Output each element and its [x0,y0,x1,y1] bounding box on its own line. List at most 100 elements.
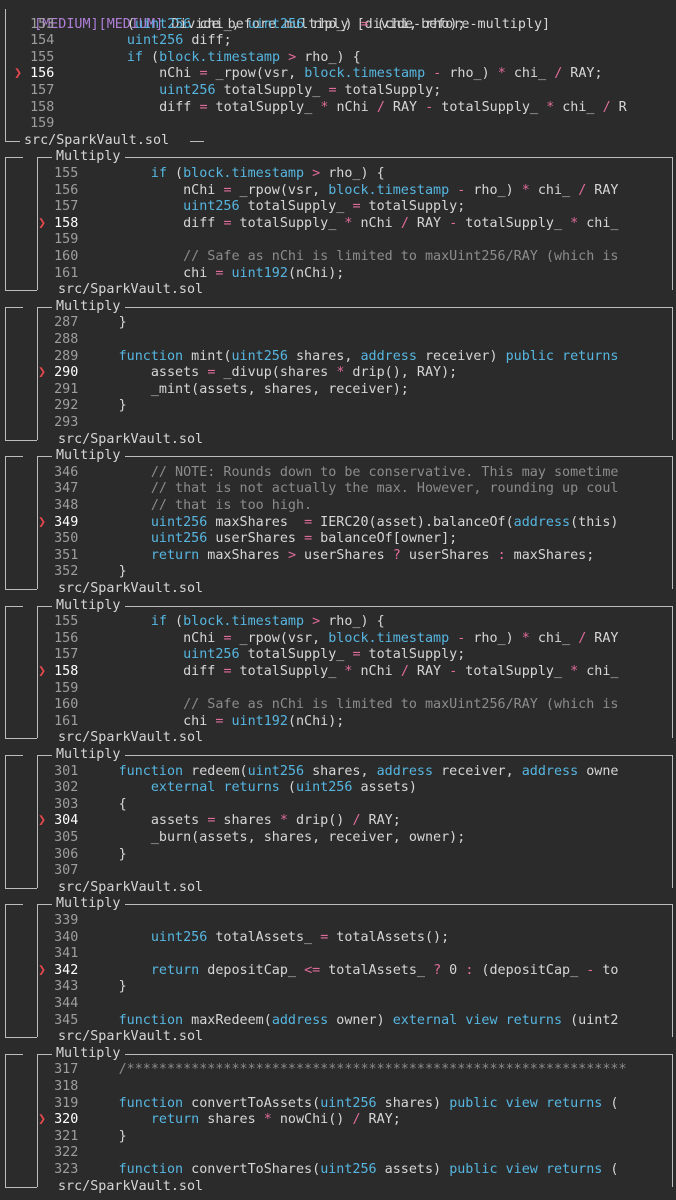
code-text: chi = uint192(nChi); [86,265,345,281]
line-number: 339 [54,913,79,928]
line-number: 301 [54,763,79,779]
frame-edge [5,887,37,889]
code-text: nChi = _rpow(vsr, block.timestamp - rho_… [62,66,603,82]
line-number: 288 [54,332,79,347]
code-line: 345 function maxRedeem(address owner) ex… [38,1013,658,1030]
code-line: ❯ 342 return depositCap_ <= totalAssets_… [38,963,658,980]
code-text: function convertToShares(uint256 assets)… [118,1162,619,1177]
code-text: uint256 totalAssets_ = totalAssets(); [150,929,450,945]
group-label: Multiply [52,597,125,615]
code-text: if (block.timestamp > rho_) { [150,614,385,630]
file-path-label: src/SparkVault.sol [54,1178,208,1196]
code-line: 339 [38,913,658,930]
code-line: 161 chi = uint192(nChi); [38,714,658,731]
code-text: diff = totalSupply_ * nChi / RAY - total… [62,99,627,115]
line-number: 161 [54,265,79,281]
code-line: ❯ 320 return shares * nowChi() / RAY; [38,1112,658,1129]
code-text: assets = _divup(shares * drip(), RAY); [86,365,458,381]
code-line: 159 [38,681,658,698]
code-text: external returns (uint256 assets) [150,780,417,796]
line-number: 159 [54,232,79,248]
frame-edge [5,904,6,1039]
code-text: return shares * nowChi() / RAY; [150,1112,401,1128]
line-number: 153 [30,16,55,32]
line-number: 350 [54,531,79,547]
file-path-label: src/SparkVault.sol [20,132,174,150]
code-text: nChi = _rpow(vsr, block.timestamp - rho_… [86,630,619,646]
code-line: 303 { [38,797,658,814]
code-line: 346 // NOTE: Rounds down to be conservat… [38,465,658,482]
code-text: } [86,315,127,331]
code-line: ❯ 349 uint256 maxShares = IERC20(asset).… [38,515,658,532]
code-line: 340 uint256 totalAssets_ = totalAssets()… [38,930,658,947]
code-line: 289 function mint(uint256 shares, addres… [38,349,658,366]
code-text: function maxRedeem(address owner) extern… [118,1012,619,1028]
line-number: 158 [54,664,79,679]
line-number: 346 [54,464,79,480]
code-line: 347 // that is not actually the max. How… [38,481,658,498]
code-line: 156 nChi = _rpow(vsr, block.timestamp - … [38,631,658,648]
code-line: 157 uint256 totalSupply_ = totalSupply; [38,647,658,664]
group-label: Multiply [52,896,125,913]
code-text: _burn(assets, shares, receiver, owner); [86,830,466,845]
line-number: 344 [54,996,79,1011]
marker-icon: ❯ [38,664,55,679]
frame-edge [5,605,23,607]
line-number: 348 [54,498,79,513]
code-line: 157 uint256 totalSupply_ = totalSupply; [14,83,674,100]
code-text: // Safe as nChi is limited to maxUint256… [183,697,619,713]
code-line: ❯ 158 diff = totalSupply_ * nChi / RAY -… [38,664,658,681]
group-label: Multiply [52,149,125,166]
code-text: } [86,1128,127,1144]
code-line: 153 (uint256 chi_, uint256 rho_) = (chi,… [14,17,674,34]
code-line: 319 function convertToAssets(uint256 sha… [38,1096,658,1113]
code-line: 292 } [38,398,658,415]
line-number: 345 [54,1012,79,1028]
code-text: return maxShares > userShares ? userShar… [150,547,595,563]
line-number: 292 [54,398,79,414]
code-line: 154 uint256 diff; [14,33,674,50]
file-path-label: src/SparkVault.sol [54,1029,208,1046]
line-number: 343 [54,979,79,995]
line-number: 159 [54,680,79,696]
line-number: 287 [54,315,79,331]
code-line: 306 } [38,847,658,864]
frame-edge [5,306,23,308]
code-line: 307 [38,863,658,880]
code-line: 301 function redeem(uint256 shares, addr… [38,764,658,781]
line-number: 158 [30,99,55,115]
code-line: 318 [38,1079,658,1096]
line-number: 317 [54,1062,79,1078]
code-text: assets = shares * drip() / RAY; [86,813,401,829]
code-line: 155 if (block.timestamp > rho_) { [38,166,658,183]
code-text: /***************************************… [86,1062,627,1078]
line-number: 161 [54,713,79,729]
line-number: 341 [54,946,79,962]
line-number: 320 [54,1112,79,1128]
code-text: diff = totalSupply_ * nChi / RAY - total… [86,664,619,679]
code-line: 159 [14,116,674,133]
frame-edge [5,9,6,141]
line-number: 342 [54,962,79,978]
code-line: 343 } [38,979,658,996]
line-number: 158 [54,215,79,231]
code-line: 159 [38,232,658,249]
code-text: uint256 maxShares = IERC20(asset).balanc… [150,514,619,530]
line-number: 318 [54,1079,79,1094]
code-text: (uint256 chi_, uint256 rho_) = (chi, rho… [62,16,466,32]
code-line: 341 [38,946,658,963]
marker-icon: ❯ [38,365,55,381]
code-text: uint256 diff; [126,33,232,49]
code-text: uint256 totalSupply_ = totalSupply; [159,83,442,98]
line-number: 319 [54,1095,79,1111]
line-number: 305 [54,830,79,845]
frame-edge [5,589,37,590]
code-text: nChi = _rpow(vsr, block.timestamp - rho_… [86,182,619,198]
code-line: 158 diff = totalSupply_ * nChi / RAY - t… [14,100,674,117]
line-number: 291 [54,381,79,397]
group-label: Multiply [52,448,125,465]
code-line: 351 return maxShares > userShares ? user… [38,548,658,565]
code-line: 352 } [38,564,658,581]
code-line: 321 } [38,1129,658,1146]
code-text: { [86,796,127,812]
